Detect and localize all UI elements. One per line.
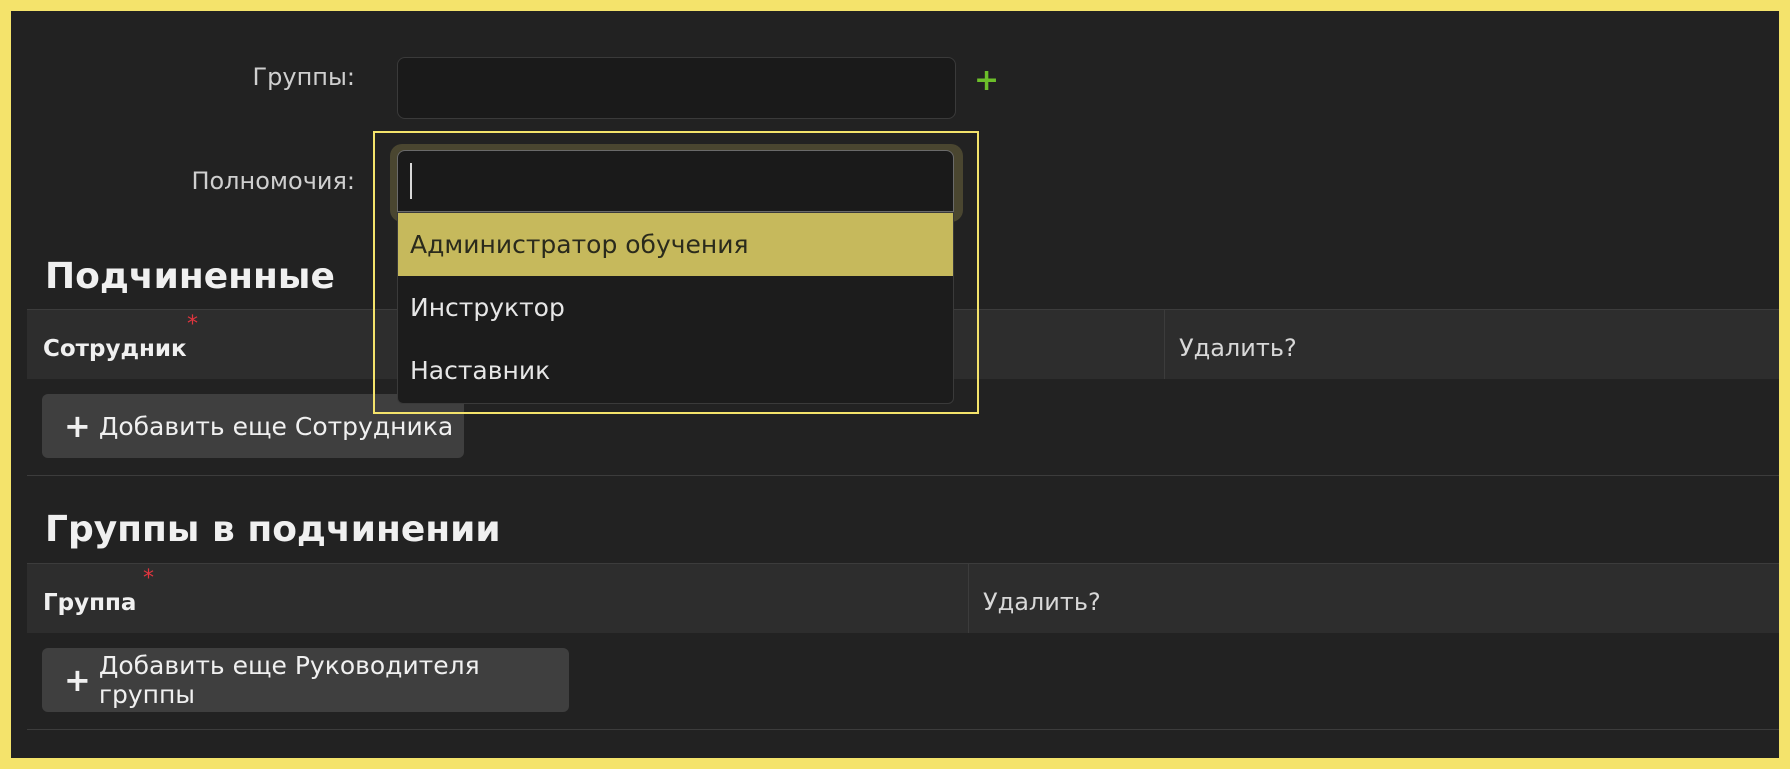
required-mark: *: [143, 566, 154, 591]
col-employee: Сотрудник: [43, 336, 187, 362]
groups-label: Группы:: [252, 63, 356, 91]
add-group-leader-label: Добавить еще Руководителя группы: [98, 651, 480, 709]
plus-icon: +: [64, 661, 91, 699]
add-employee-label: Добавить еще Сотрудника: [98, 411, 454, 441]
group-subordination-title: Группы в подчинении: [45, 509, 501, 550]
highlight-frame: [373, 131, 979, 414]
required-mark: *: [187, 312, 198, 337]
subordinates-title: Подчиненные: [45, 256, 335, 297]
column-separator: [968, 564, 969, 634]
plus-icon: +: [64, 407, 91, 445]
col-delete: Удалить?: [1179, 334, 1297, 362]
add-group-leader-button[interactable]: + Добавить еще Руководителя группы: [42, 648, 569, 712]
add-group-plus-icon[interactable]: +: [974, 66, 999, 96]
groups-table-body: + Добавить еще Руководителя группы: [27, 633, 1779, 730]
column-separator: [1164, 310, 1165, 380]
permissions-label: Полномочия:: [191, 167, 355, 195]
groups-table-header: Группа * Удалить?: [27, 563, 1779, 635]
groups-input[interactable]: [397, 57, 956, 119]
col-delete: Удалить?: [983, 588, 1101, 616]
form-panel: Группы: + Полномочия: Подчиненные Сотруд…: [11, 11, 1779, 758]
col-group: Группа: [43, 590, 137, 616]
